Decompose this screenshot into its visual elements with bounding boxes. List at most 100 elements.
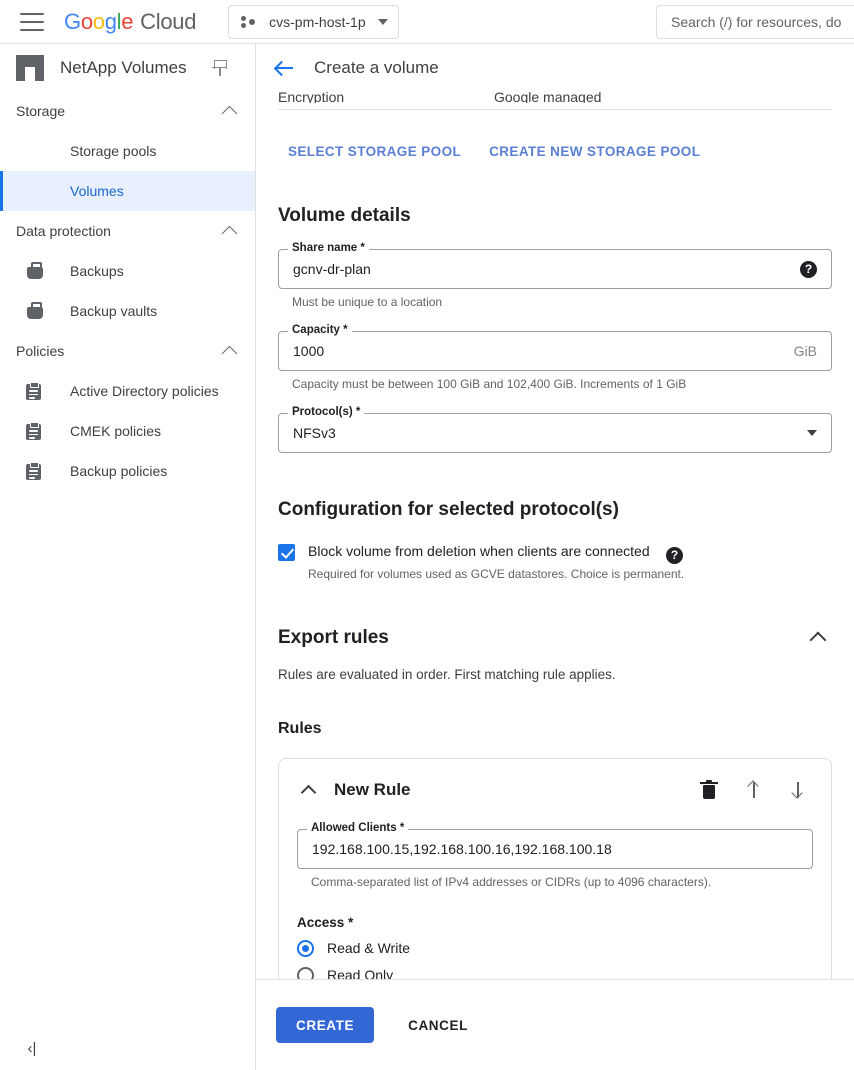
rule-header: New Rule xyxy=(297,773,813,807)
allowed-clients-helper: Comma-separated list of IPv4 addresses o… xyxy=(311,875,813,889)
sidebar-item-backups[interactable]: Backups xyxy=(0,251,255,291)
logo-word-cloud: Cloud xyxy=(140,9,196,34)
chevron-up-icon xyxy=(222,225,238,241)
search-placeholder: Search (/) for resources, do xyxy=(671,14,841,30)
share-name-value: gcnv-dr-plan xyxy=(293,261,371,277)
logo-letter-g: G xyxy=(64,9,81,34)
sidebar-item-cmek-policies[interactable]: CMEK policies xyxy=(0,411,255,451)
policy-icon xyxy=(26,422,44,440)
access-group-label: Access * xyxy=(297,915,813,930)
google-cloud-logo[interactable]: GoogleCloud xyxy=(64,9,196,35)
sidebar-group-policies[interactable]: Policies xyxy=(0,331,255,371)
policy-icon xyxy=(26,382,44,400)
sidebar-group-label: Data protection xyxy=(16,223,111,239)
backup-bucket-icon xyxy=(26,262,44,280)
project-dots-icon xyxy=(241,15,257,29)
product-header: NetApp Volumes xyxy=(0,44,255,91)
radio-label: Read & Write xyxy=(327,940,410,956)
export-rules-header[interactable]: Export rules xyxy=(278,627,832,649)
sidebar-group-storage[interactable]: Storage xyxy=(0,91,255,131)
search-input[interactable]: Search (/) for resources, do xyxy=(656,5,854,39)
project-name: cvs-pm-host-1p xyxy=(269,14,365,30)
product-title: NetApp Volumes xyxy=(60,58,187,78)
sidebar-item-label: Storage pools xyxy=(70,143,156,159)
capacity-field[interactable]: Capacity * 1000 GiB xyxy=(278,331,832,371)
create-new-storage-pool-button[interactable]: CREATE NEW STORAGE POOL xyxy=(489,144,700,159)
chevron-up-icon[interactable] xyxy=(301,784,317,800)
sidebar-group-label: Storage xyxy=(16,103,65,119)
encryption-summary-row: Encryption Google managed xyxy=(278,91,832,103)
sidebar-item-label: Active Directory policies xyxy=(70,383,219,399)
block-deletion-checkbox[interactable] xyxy=(278,544,295,561)
protocol-config-heading: Configuration for selected protocol(s) xyxy=(278,499,832,521)
chevron-up-icon[interactable] xyxy=(810,632,827,649)
arrow-down-icon[interactable] xyxy=(789,780,807,800)
chevron-down-icon xyxy=(807,430,817,436)
sidebar-item-storage-pools[interactable]: Storage pools xyxy=(0,131,255,171)
select-storage-pool-button[interactable]: SELECT STORAGE POOL xyxy=(288,144,461,159)
sidebar-item-label: CMEK policies xyxy=(70,423,161,439)
divider xyxy=(278,109,832,110)
encryption-label: Encryption xyxy=(278,91,494,103)
access-option-read-write[interactable]: Read & Write xyxy=(297,940,813,957)
share-name-field[interactable]: Share name * gcnv-dr-plan ? xyxy=(278,249,832,289)
share-name-helper: Must be unique to a location xyxy=(292,295,832,309)
logo-letter-o1: o xyxy=(81,9,93,34)
form-scroll-area[interactable]: Encryption Google managed SELECT STORAGE… xyxy=(256,91,854,1023)
help-icon[interactable]: ? xyxy=(666,547,683,564)
protocols-select[interactable]: Protocol(s) * NFSv3 xyxy=(278,413,832,453)
chevron-up-icon xyxy=(222,105,238,121)
main-panel: Create a volume Encryption Google manage… xyxy=(256,44,854,1070)
export-rules-heading: Export rules xyxy=(278,627,389,649)
allowed-clients-field[interactable]: Allowed Clients * 192.168.100.15,192.168… xyxy=(297,829,813,869)
sidebar-item-volumes[interactable]: Volumes xyxy=(0,171,255,211)
export-rules-description: Rules are evaluated in order. First matc… xyxy=(278,667,832,682)
protocols-value: NFSv3 xyxy=(293,425,336,441)
help-icon[interactable]: ? xyxy=(800,261,817,278)
protocols-label: Protocol(s) * xyxy=(288,406,364,418)
storage-pool-icon xyxy=(26,142,44,160)
create-button[interactable]: CREATE xyxy=(276,1007,374,1043)
page-title: Create a volume xyxy=(314,58,439,78)
top-app-bar: GoogleCloud cvs-pm-host-1p Search (/) fo… xyxy=(0,0,854,44)
share-name-label: Share name * xyxy=(288,242,369,254)
hamburger-menu-icon[interactable] xyxy=(20,13,44,31)
netapp-logo-icon xyxy=(16,55,44,81)
rules-heading: Rules xyxy=(278,720,832,738)
sidebar: NetApp Volumes Storage Storage pools Vol… xyxy=(0,44,256,1070)
block-deletion-helper: Required for volumes used as GCVE datast… xyxy=(308,567,684,581)
project-selector[interactable]: cvs-pm-host-1p xyxy=(228,5,398,39)
rule-title: New Rule xyxy=(334,780,411,800)
sidebar-item-label: Volumes xyxy=(70,183,124,199)
capacity-helper: Capacity must be between 100 GiB and 102… xyxy=(292,377,832,391)
backup-vault-icon xyxy=(26,302,44,320)
arrow-up-icon[interactable] xyxy=(745,780,763,800)
back-arrow-icon[interactable] xyxy=(272,56,296,80)
sidebar-group-data-protection[interactable]: Data protection xyxy=(0,211,255,251)
storage-pool-actions: SELECT STORAGE POOL CREATE NEW STORAGE P… xyxy=(278,144,832,159)
logo-letter-e: e xyxy=(121,9,133,34)
rule-actions xyxy=(699,780,813,800)
collapse-sidebar-icon[interactable]: ‹| xyxy=(18,1034,46,1062)
volume-icon xyxy=(26,182,44,200)
allowed-clients-label: Allowed Clients * xyxy=(307,822,408,834)
chevron-down-icon xyxy=(378,19,388,25)
capacity-value: 1000 xyxy=(293,343,324,359)
logo-letter-g2: g xyxy=(105,9,117,34)
sidebar-group-label: Policies xyxy=(16,343,64,359)
cancel-button[interactable]: CANCEL xyxy=(402,1017,474,1034)
sidebar-item-label: Backup policies xyxy=(70,463,167,479)
volume-details-heading: Volume details xyxy=(278,205,832,227)
policy-icon xyxy=(26,462,44,480)
capacity-unit: GiB xyxy=(794,343,817,359)
block-deletion-label: Block volume from deletion when clients … xyxy=(308,543,650,559)
trash-icon[interactable] xyxy=(699,780,719,800)
sidebar-item-active-directory-policies[interactable]: Active Directory policies xyxy=(0,371,255,411)
logo-letter-o2: o xyxy=(93,9,105,34)
page-header: Create a volume xyxy=(256,44,854,91)
sidebar-item-label: Backup vaults xyxy=(70,303,157,319)
sidebar-item-label: Backups xyxy=(70,263,124,279)
sidebar-item-backup-vaults[interactable]: Backup vaults xyxy=(0,291,255,331)
sidebar-item-backup-policies[interactable]: Backup policies xyxy=(0,451,255,491)
pin-icon[interactable] xyxy=(211,59,229,77)
